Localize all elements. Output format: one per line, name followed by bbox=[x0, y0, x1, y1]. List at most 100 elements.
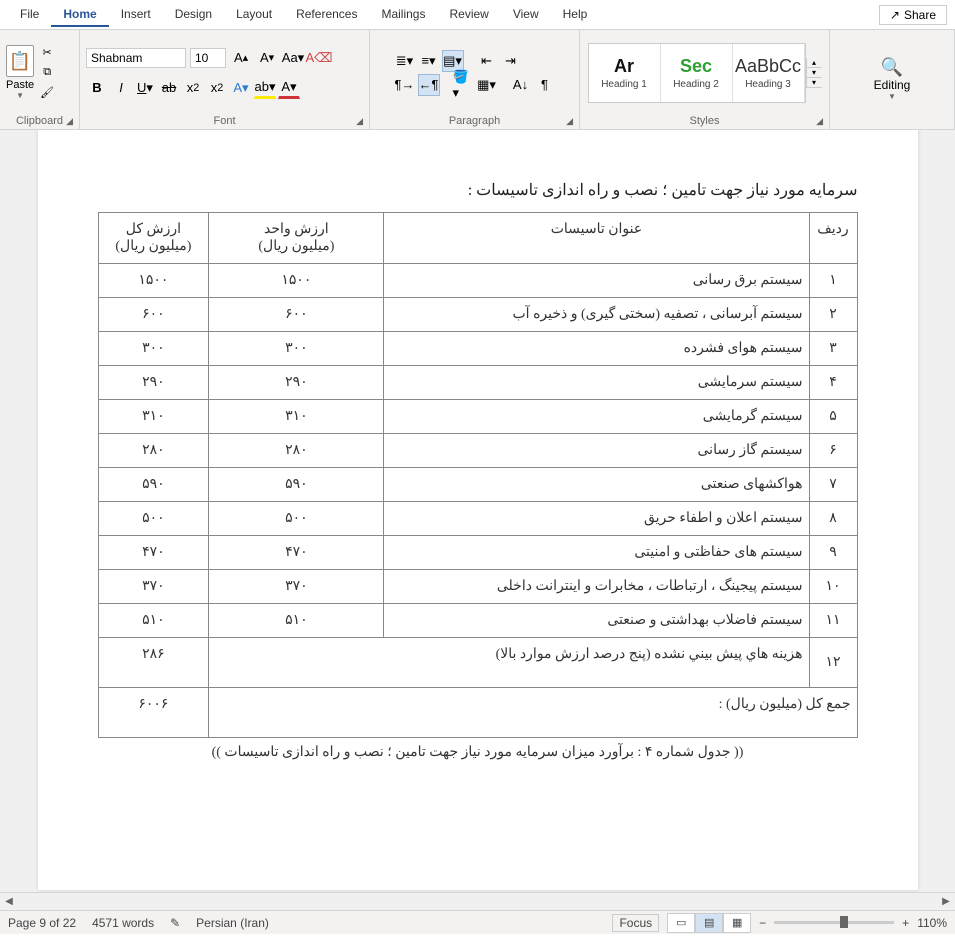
share-icon: ↗ bbox=[890, 8, 900, 22]
text-effects-button[interactable]: A▾ bbox=[230, 77, 252, 99]
sort-button[interactable]: A↓ bbox=[510, 74, 532, 96]
menu-layout[interactable]: Layout bbox=[224, 3, 284, 27]
style-heading-1[interactable]: ArHeading 1 bbox=[589, 44, 661, 102]
scroll-left-button[interactable]: ◀ bbox=[0, 896, 18, 907]
document-area[interactable]: سرمایه مورد نیاز جهت تامین ؛ نصب و راه ا… bbox=[0, 130, 955, 892]
focus-label[interactable]: Focus bbox=[612, 914, 659, 932]
menu-insert[interactable]: Insert bbox=[109, 3, 163, 27]
page-number-status[interactable]: Page 9 of 22 bbox=[8, 916, 76, 930]
menu-home[interactable]: Home bbox=[51, 3, 108, 27]
styles-group-label: Styles bbox=[690, 115, 720, 127]
styles-scroll-down[interactable]: ▾ bbox=[807, 68, 822, 78]
increase-indent-button[interactable]: ⇥ bbox=[500, 50, 522, 72]
menu-review[interactable]: Review bbox=[437, 3, 500, 27]
shading-button[interactable]: 🪣▾ bbox=[452, 74, 474, 96]
clipboard-icon: 📋 bbox=[6, 45, 34, 77]
styles-scroll-up[interactable]: ▴ bbox=[807, 58, 822, 68]
table-row: ۹سیستم های حفاظتی و امنیتی۴۷۰۴۷۰ bbox=[98, 536, 857, 570]
menu-design[interactable]: Design bbox=[163, 3, 224, 27]
ltr-button[interactable]: ¶→ bbox=[394, 74, 416, 96]
table-row: ۱سیستم برق رسانی۱۵۰۰۱۵۰۰ bbox=[98, 264, 857, 298]
strikethrough-button[interactable]: ab bbox=[158, 77, 180, 99]
font-dialog-launcher[interactable]: ◢ bbox=[356, 116, 363, 127]
table-row: ۲سیستم آبرسانی ، تصفیه (سختی گیری) و ذخی… bbox=[98, 298, 857, 332]
zoom-out-button[interactable]: − bbox=[759, 916, 766, 930]
subscript-button[interactable]: x2 bbox=[182, 77, 204, 99]
zoom-level[interactable]: 110% bbox=[917, 916, 947, 930]
clipboard-group-label: Clipboard bbox=[16, 115, 63, 127]
paragraph-group-label: Paragraph bbox=[449, 115, 500, 127]
show-marks-button[interactable]: ¶ bbox=[534, 74, 556, 96]
table-row: ۴سیستم سرمایشی۲۹۰۲۹۰ bbox=[98, 366, 857, 400]
rtl-button[interactable]: ←¶ bbox=[418, 74, 440, 96]
menu-mailings[interactable]: Mailings bbox=[369, 3, 437, 27]
menu-view[interactable]: View bbox=[501, 3, 551, 27]
language-status[interactable]: Persian (Iran) bbox=[196, 916, 269, 930]
shrink-font-button[interactable]: A▾ bbox=[256, 47, 278, 69]
table-row: ۶سیستم گاز رسانی۲۸۰۲۸۰ bbox=[98, 434, 857, 468]
menu-help[interactable]: Help bbox=[551, 3, 600, 27]
font-group-label: Font bbox=[213, 115, 235, 127]
borders-button[interactable]: ▦▾ bbox=[476, 74, 498, 96]
cut-button[interactable]: ✂ bbox=[38, 44, 56, 62]
italic-button[interactable]: I bbox=[110, 77, 132, 99]
table-row: ۳سیستم هوای فشرده۳۰۰۳۰۰ bbox=[98, 332, 857, 366]
table-header: عنوان تاسیسات bbox=[384, 213, 809, 264]
spell-check-icon[interactable]: ✎ bbox=[170, 916, 180, 930]
editing-dropdown[interactable]: 🔍 Editing ▼ bbox=[862, 53, 923, 105]
ribbon: 📋 Paste ▼ ✂ ⧉ 🖌 Clipboard◢ A▴ A▾ Aa▾ A⌫ bbox=[0, 30, 955, 130]
table-header: ارزش کل(میلیون ریال) bbox=[98, 213, 209, 264]
copy-button[interactable]: ⧉ bbox=[38, 64, 56, 82]
font-color-button[interactable]: A▾ bbox=[278, 77, 300, 99]
format-painter-button[interactable]: 🖌 bbox=[38, 84, 56, 102]
clipboard-dialog-launcher[interactable]: ◢ bbox=[66, 116, 73, 127]
status-bar: Page 9 of 22 4571 words ✎ Persian (Iran)… bbox=[0, 910, 955, 934]
data-table: ردیفعنوان تاسیساتارزش واحد(میلیون ریال)ا… bbox=[98, 212, 858, 738]
table-row: ۱۰سیستم پیجینگ ، ارتباطات ، مخابرات و ای… bbox=[98, 570, 857, 604]
superscript-button[interactable]: x2 bbox=[206, 77, 228, 99]
zoom-slider[interactable] bbox=[774, 921, 894, 924]
menu-references[interactable]: References bbox=[284, 3, 369, 27]
table-row: ۵سیستم گرمایشی۳۱۰۳۱۰ bbox=[98, 400, 857, 434]
bold-button[interactable]: B bbox=[86, 77, 108, 99]
table-caption: (( جدول شماره ۴ : برآورد میزان سرمایه مو… bbox=[98, 744, 858, 761]
highlight-button[interactable]: ab▾ bbox=[254, 77, 276, 99]
search-icon: 🔍 bbox=[881, 57, 903, 78]
decrease-indent-button[interactable]: ⇤ bbox=[476, 50, 498, 72]
font-size-combo[interactable] bbox=[190, 48, 226, 68]
style-heading-2[interactable]: SecHeading 2 bbox=[661, 44, 733, 102]
numbering-button[interactable]: ≡▾ bbox=[418, 50, 440, 72]
read-mode-button[interactable]: ▭ bbox=[667, 913, 695, 933]
style-heading-3[interactable]: AaBbCcHeading 3 bbox=[733, 44, 805, 102]
paste-label: Paste bbox=[6, 79, 34, 91]
web-layout-button[interactable]: ▦ bbox=[723, 913, 751, 933]
table-header: ردیف bbox=[809, 213, 857, 264]
menu-file[interactable]: File bbox=[8, 3, 51, 27]
table-row: ۱۱سیستم فاضلاب بهداشتی و صنعتی۵۱۰۵۱۰ bbox=[98, 604, 857, 638]
underline-button[interactable]: U▾ bbox=[134, 77, 156, 99]
font-name-combo[interactable] bbox=[86, 48, 186, 68]
share-button[interactable]: ↗ Share bbox=[879, 5, 947, 25]
print-layout-button[interactable]: ▤ bbox=[695, 913, 723, 933]
table-row: ۷هواکشهای صنعتی۵۹۰۵۹۰ bbox=[98, 468, 857, 502]
scroll-right-button[interactable]: ▶ bbox=[937, 896, 955, 907]
page[interactable]: سرمایه مورد نیاز جهت تامین ؛ نصب و راه ا… bbox=[38, 130, 918, 890]
styles-dialog-launcher[interactable]: ◢ bbox=[816, 116, 823, 127]
table-row: ۱۲هزينه هاي پيش بيني نشده (پنج درصد ارزش… bbox=[98, 638, 857, 688]
change-case-button[interactable]: Aa▾ bbox=[282, 47, 304, 69]
paste-button[interactable]: 📋 Paste ▼ bbox=[6, 45, 34, 100]
horizontal-scrollbar[interactable]: ◀ ▶ bbox=[0, 892, 955, 910]
chevron-down-icon: ▼ bbox=[16, 91, 24, 100]
styles-more-button[interactable]: ▾ bbox=[807, 78, 822, 88]
styles-gallery[interactable]: ArHeading 1SecHeading 2AaBbCcHeading 3 bbox=[588, 43, 806, 103]
bullets-button[interactable]: ≣▾ bbox=[394, 50, 416, 72]
table-total-row: جمع کل (میلیون ریال) :۶۰۰۶ bbox=[98, 688, 857, 738]
table-title: سرمایه مورد نیاز جهت تامین ؛ نصب و راه ا… bbox=[98, 180, 858, 200]
word-count-status[interactable]: 4571 words bbox=[92, 916, 154, 930]
paragraph-dialog-launcher[interactable]: ◢ bbox=[566, 116, 573, 127]
share-label: Share bbox=[904, 8, 936, 22]
grow-font-button[interactable]: A▴ bbox=[230, 47, 252, 69]
menu-bar: FileHomeInsertDesignLayoutReferencesMail… bbox=[0, 0, 955, 30]
clear-formatting-button[interactable]: A⌫ bbox=[308, 47, 330, 69]
zoom-in-button[interactable]: + bbox=[902, 916, 909, 930]
